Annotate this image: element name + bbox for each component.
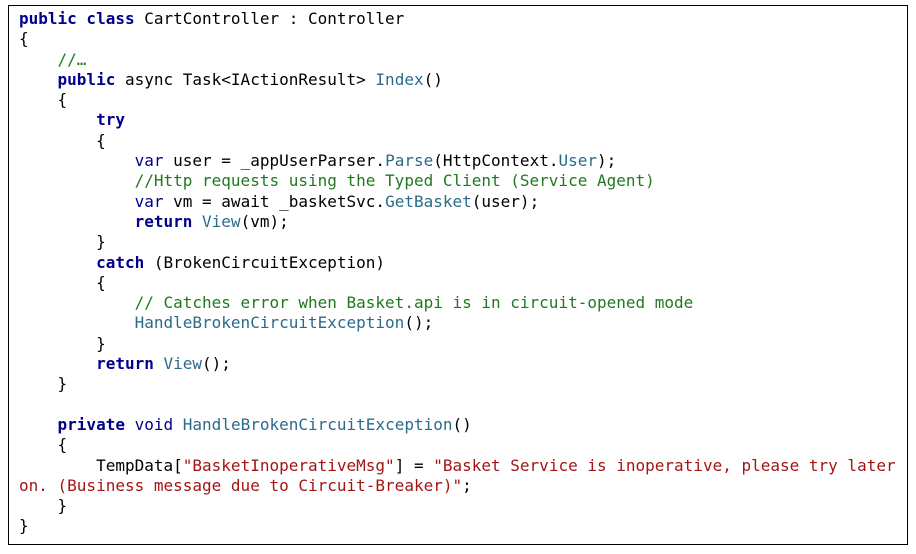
code-snippet: public class CartController : Controller… (8, 5, 908, 545)
code-token: //… (57, 49, 87, 69)
code-token: } (19, 374, 68, 394)
code-line: return View(); (19, 354, 907, 374)
code-token: private (57, 414, 125, 434)
code-line: } (19, 496, 907, 516)
code-token: CartController : Controller (134, 9, 405, 28)
code-token: (BrokenCircuitException) (144, 252, 386, 272)
code-token: HandleBrokenCircuitException (134, 313, 405, 333)
code-line: private void HandleBrokenCircuitExceptio… (19, 415, 907, 435)
code-token: user = _appUserParser. (163, 151, 386, 171)
code-line: // Catches error when Basket.api is in c… (19, 293, 907, 313)
code-token: async Task<IActionResult> (115, 69, 376, 89)
code-line: public async Task<IActionResult> Index() (19, 70, 907, 90)
code-token: { (19, 29, 29, 49)
code-token: public class (19, 9, 135, 28)
code-token: (); (202, 354, 231, 374)
code-token: { (19, 435, 68, 455)
code-line: try (19, 110, 907, 130)
code-token: var (134, 151, 164, 171)
code-token: return (134, 211, 193, 231)
code-token: View (202, 211, 241, 231)
code-line: { (19, 131, 907, 151)
code-token: ; (462, 475, 472, 495)
code-token: try (96, 110, 125, 130)
code-token: () (423, 69, 443, 89)
code-line: public class CartController : Controller (19, 9, 907, 29)
code-line: } (19, 516, 907, 536)
code-token: (user); (471, 191, 540, 211)
code-token: ); (597, 151, 617, 171)
code-token: (); (404, 313, 434, 333)
code-line: HandleBrokenCircuitException(); (19, 313, 907, 333)
code-line: { (19, 273, 907, 293)
code-token: GetBasket (385, 191, 472, 211)
code-token: "Basket Service is inoperative, please t… (433, 455, 896, 475)
code-line: //Http requests using the Typed Client (… (19, 171, 907, 191)
code-token: //Http requests using the Typed Client (… (134, 171, 655, 191)
code-token: { (19, 272, 106, 292)
code-token: TempData[ (19, 455, 183, 475)
code-line: { (19, 29, 907, 49)
code-token: vm = await _basketSvc. (163, 191, 386, 211)
code-line: } (19, 374, 907, 394)
code-token: View (163, 354, 203, 374)
code-line: return View(vm); (19, 212, 907, 232)
code-line: TempData["BasketInoperativeMsg"] = "Bask… (19, 456, 907, 476)
code-token: var (134, 191, 164, 211)
code-token: } (19, 516, 29, 536)
code-token: public (57, 69, 116, 89)
code-token: return (96, 354, 154, 374)
code-line: { (19, 90, 907, 110)
code-token: on. (Business message due to Circuit-Bre… (19, 475, 463, 495)
code-line: var user = _appUserParser.Parse(HttpCont… (19, 151, 907, 171)
code-token: User (558, 151, 597, 171)
code-line: { (19, 435, 907, 455)
code-line: on. (Business message due to Circuit-Bre… (19, 476, 907, 496)
code-token: ] = (394, 455, 434, 475)
code-line: //… (19, 50, 907, 70)
code-token: () (452, 414, 472, 434)
code-token: } (19, 333, 106, 353)
code-token: Index (375, 69, 424, 89)
code-token: HandleBrokenCircuitException (182, 414, 453, 434)
code-line: } (19, 334, 907, 354)
code-token: void (134, 414, 174, 434)
code-token: { (19, 90, 68, 110)
code-line: } (19, 232, 907, 252)
code-token: Parse (385, 151, 434, 171)
code-line: catch (BrokenCircuitException) (19, 253, 907, 273)
code-token: } (19, 496, 68, 516)
code-token: (HttpContext. (433, 151, 559, 171)
code-token: (vm); (240, 211, 289, 231)
code-token: catch (96, 252, 145, 272)
code-line: var vm = await _basketSvc.GetBasket(user… (19, 192, 907, 212)
code-token: // Catches error when Basket.api is in c… (134, 293, 694, 313)
code-token: "BasketInoperativeMsg" (182, 455, 395, 475)
code-token: } (19, 232, 106, 252)
code-token: { (19, 130, 106, 150)
